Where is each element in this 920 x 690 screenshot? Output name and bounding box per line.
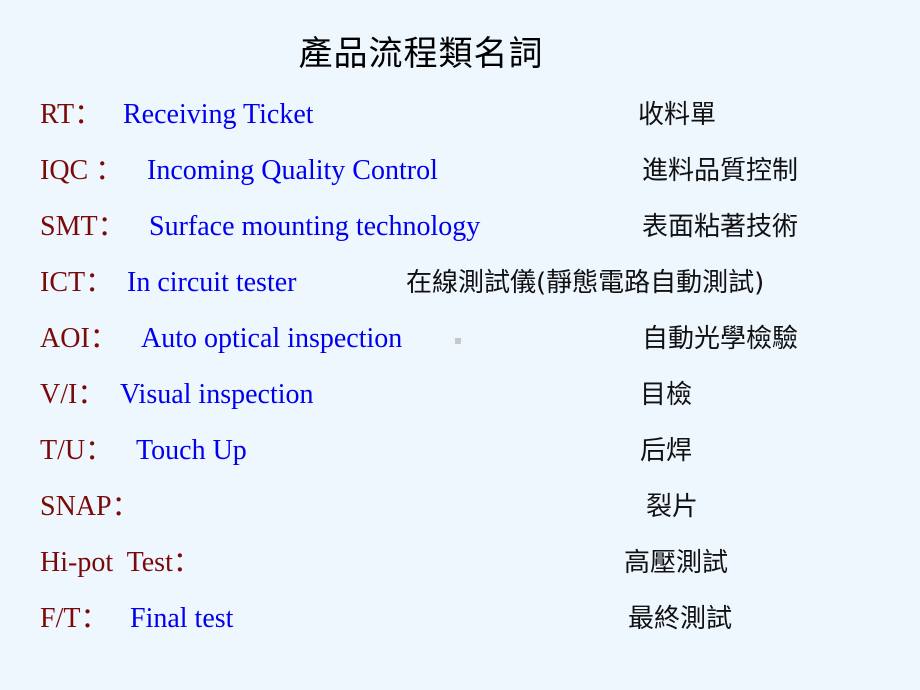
term-abbr: T/U： xyxy=(40,435,114,466)
term-row: Hi-pot Test： 高壓測試 xyxy=(40,543,920,583)
term-english: Visual inspection xyxy=(120,379,314,410)
term-abbr: RT： xyxy=(40,99,103,130)
term-abbr: SMT： xyxy=(40,211,126,242)
term-row: SNAP： 裂片 xyxy=(40,487,920,527)
term-row: ICT： In circuit tester 在線測試儀(靜態電路自動測試) xyxy=(40,263,920,303)
term-english: Receiving Ticket xyxy=(123,99,314,130)
term-english: Surface mounting technology xyxy=(149,211,481,242)
term-abbr: ICT： xyxy=(40,267,114,298)
term-abbr: F/T： xyxy=(40,603,109,634)
term-abbr: V/I： xyxy=(40,379,106,410)
term-english: Incoming Quality Control xyxy=(147,155,438,186)
term-chinese: 裂片 xyxy=(646,492,699,522)
term-row: V/I： Visual inspection 目檢 xyxy=(40,375,920,415)
term-chinese: 后焊 xyxy=(640,436,693,466)
term-english: Final test xyxy=(130,603,234,634)
term-english: Auto optical inspection xyxy=(141,323,403,354)
page-title: 產品流程類名詞 xyxy=(298,34,544,74)
term-chinese: 自動光學檢驗 xyxy=(642,324,799,354)
term-abbr: AOI： xyxy=(40,323,118,354)
term-row: T/U： Touch Up 后焊 xyxy=(40,431,920,471)
term-row: RT： Receiving Ticket 收料單 xyxy=(40,95,920,135)
term-chinese: 進料品質控制 xyxy=(642,156,799,186)
term-chinese: 目檢 xyxy=(640,380,693,410)
term-abbr: IQC ： xyxy=(40,155,124,186)
term-chinese: 收料單 xyxy=(638,100,717,130)
term-abbr: Hi-pot Test： xyxy=(40,547,201,578)
decorative-dot xyxy=(455,338,461,344)
term-row: IQC ： Incoming Quality Control 進料品質控制 xyxy=(40,151,920,191)
term-english: In circuit tester xyxy=(127,267,297,298)
term-english: Touch Up xyxy=(136,435,247,466)
term-row: AOI： Auto optical inspection 自動光學檢驗 xyxy=(40,319,920,359)
term-chinese: 表面粘著技術 xyxy=(642,212,799,242)
term-abbr: SNAP： xyxy=(40,491,140,522)
term-chinese: 高壓測試 xyxy=(624,548,729,578)
term-chinese: 在線測試儀(靜態電路自動測試) xyxy=(406,268,765,298)
term-chinese: 最終測試 xyxy=(628,604,733,634)
term-row: F/T： Final test 最終測試 xyxy=(40,599,920,639)
term-row: SMT： Surface mounting technology 表面粘著技術 xyxy=(40,207,920,247)
